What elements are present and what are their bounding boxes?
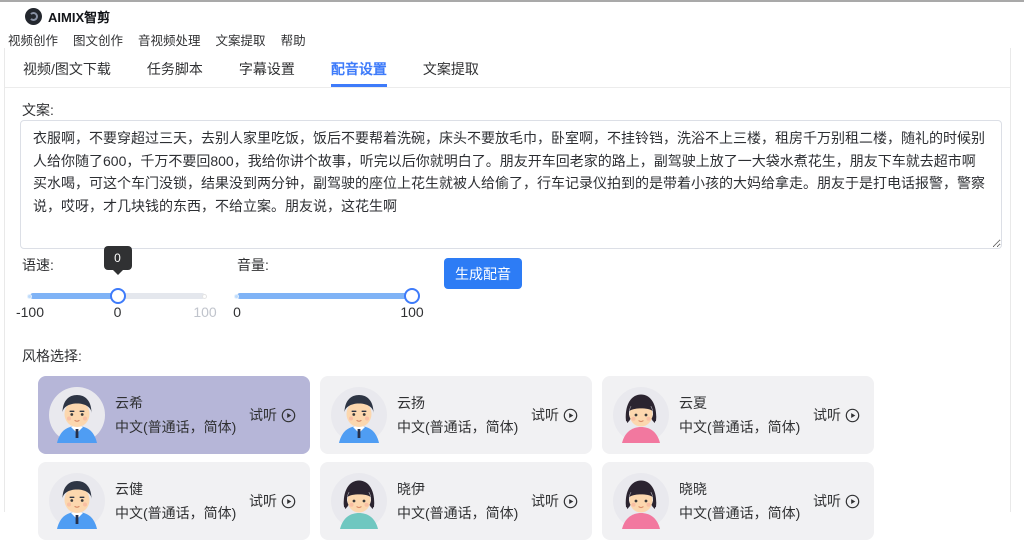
speed-label: 语速: (22, 255, 54, 275)
slider-stop-dot (234, 294, 239, 299)
volume-slider[interactable] (237, 288, 412, 304)
voice-name: 晓晓 (679, 479, 800, 499)
menu-item[interactable]: 文案提取 (216, 30, 266, 49)
voice-avatar-male-icon (331, 387, 387, 443)
play-icon (845, 494, 860, 509)
voice-language: 中文(普通话，简体) (115, 503, 236, 523)
speed-value-tooltip: 0 (104, 246, 132, 270)
slider-mark-label: 100 (400, 304, 423, 320)
voice-language: 中文(普通话，简体) (679, 417, 800, 437)
voice-name: 云健 (115, 479, 236, 499)
slider-mark-label: 100 (193, 304, 216, 320)
speed-slider-handle[interactable] (110, 288, 126, 304)
voice-name: 晓伊 (397, 479, 518, 499)
voice-card[interactable]: 云夏 中文(普通话，简体) 试听 (602, 376, 874, 454)
tab[interactable]: 视频/图文下载 (23, 51, 111, 87)
voice-texts: 云夏 中文(普通话，简体) (679, 393, 800, 437)
app-logo-icon (25, 8, 42, 25)
menu-item[interactable]: 图文创作 (73, 30, 123, 49)
play-icon (281, 408, 296, 423)
voice-grid: 云希 中文(普通话，简体) 试听 云扬 中文(普通话，简体) 试听 (38, 376, 884, 540)
voice-texts: 云扬 中文(普通话，简体) (397, 393, 518, 437)
voice-texts: 晓伊 中文(普通话，简体) (397, 479, 518, 523)
voice-name: 云夏 (679, 393, 800, 413)
tab[interactable]: 配音设置 (331, 51, 387, 87)
tab-bar: 视频/图文下载任务脚本字幕设置配音设置文案提取 (5, 51, 1010, 88)
voice-preview-button[interactable]: 试听 (531, 405, 578, 425)
voice-language: 中文(普通话，简体) (115, 417, 236, 437)
voice-card[interactable]: 云健 中文(普通话，简体) 试听 (38, 462, 310, 540)
voice-name: 云希 (115, 393, 236, 413)
panel-left-border (4, 48, 5, 512)
menu-item[interactable]: 视频创作 (8, 30, 58, 49)
volume-slider-fill (237, 293, 412, 299)
voice-preview-button[interactable]: 试听 (813, 491, 860, 511)
voice-avatar-male-icon (49, 387, 105, 443)
style-select-label: 风格选择: (22, 346, 82, 366)
panel-right-border (1010, 48, 1011, 512)
volume-label: 音量: (237, 255, 269, 275)
voice-texts: 云健 中文(普通话，简体) (115, 479, 236, 523)
voice-language: 中文(普通话，简体) (397, 417, 518, 437)
voice-preview-label: 试听 (813, 491, 841, 511)
voice-preview-button[interactable]: 试听 (813, 405, 860, 425)
play-icon (845, 408, 860, 423)
volume-slider-marks: 0100 (237, 304, 412, 320)
copy-textarea[interactable]: 衣服啊，不要穿超过三天，去别人家里吃饭，饭后不要帮着洗碗，床头不要放毛巾，卧室啊… (20, 120, 1002, 249)
app-title: AIMIX智剪 (48, 7, 110, 26)
slider-mark-label: 0 (233, 304, 241, 320)
app-window: AIMIX智剪 视频创作图文创作音视频处理文案提取帮助 视频/图文下载任务脚本字… (0, 0, 1024, 512)
voice-language: 中文(普通话，简体) (397, 503, 518, 523)
play-icon (563, 494, 578, 509)
play-icon (281, 494, 296, 509)
title-bar: AIMIX智剪 (0, 2, 1024, 30)
speed-slider-marks: -1000100 (30, 304, 205, 320)
slider-stop-dot (27, 294, 32, 299)
voice-preview-button[interactable]: 试听 (249, 491, 296, 511)
menu-bar: 视频创作图文创作音视频处理文案提取帮助 (8, 30, 306, 48)
voice-avatar-female-icon (613, 473, 669, 529)
voice-preview-label: 试听 (531, 491, 559, 511)
tab[interactable]: 任务脚本 (147, 51, 203, 87)
volume-slider-handle[interactable] (404, 288, 420, 304)
generate-voiceover-button[interactable]: 生成配音 (444, 258, 522, 289)
menu-item[interactable]: 音视频处理 (138, 30, 201, 49)
slider-mark-label: 0 (114, 304, 122, 320)
voice-avatar-female-icon (613, 387, 669, 443)
voice-avatar-male-icon (49, 473, 105, 529)
voice-texts: 云希 中文(普通话，简体) (115, 393, 236, 437)
voice-preview-label: 试听 (531, 405, 559, 425)
voice-name: 云扬 (397, 393, 518, 413)
voice-card[interactable]: 云希 中文(普通话，简体) 试听 (38, 376, 310, 454)
voice-card[interactable]: 晓伊 中文(普通话，简体) 试听 (320, 462, 592, 540)
voice-card[interactable]: 晓晓 中文(普通话，简体) 试听 (602, 462, 874, 540)
speed-slider[interactable] (30, 288, 205, 304)
voice-language: 中文(普通话，简体) (679, 503, 800, 523)
voice-preview-button[interactable]: 试听 (249, 405, 296, 425)
voice-card[interactable]: 云扬 中文(普通话，简体) 试听 (320, 376, 592, 454)
voice-preview-label: 试听 (249, 405, 277, 425)
menu-item[interactable]: 帮助 (281, 30, 306, 49)
slider-mark-label: -100 (16, 304, 44, 320)
voice-preview-button[interactable]: 试听 (531, 491, 578, 511)
voice-preview-label: 试听 (249, 491, 277, 511)
play-icon (563, 408, 578, 423)
speed-slider-fill (30, 293, 118, 299)
tab[interactable]: 字幕设置 (239, 51, 295, 87)
copy-label: 文案: (22, 100, 54, 120)
tab[interactable]: 文案提取 (423, 51, 479, 87)
slider-stop-dot (202, 294, 207, 299)
voice-avatar-female-icon (331, 473, 387, 529)
voice-preview-label: 试听 (813, 405, 841, 425)
volume-slider-track[interactable] (237, 293, 412, 299)
voice-texts: 晓晓 中文(普通话，简体) (679, 479, 800, 523)
